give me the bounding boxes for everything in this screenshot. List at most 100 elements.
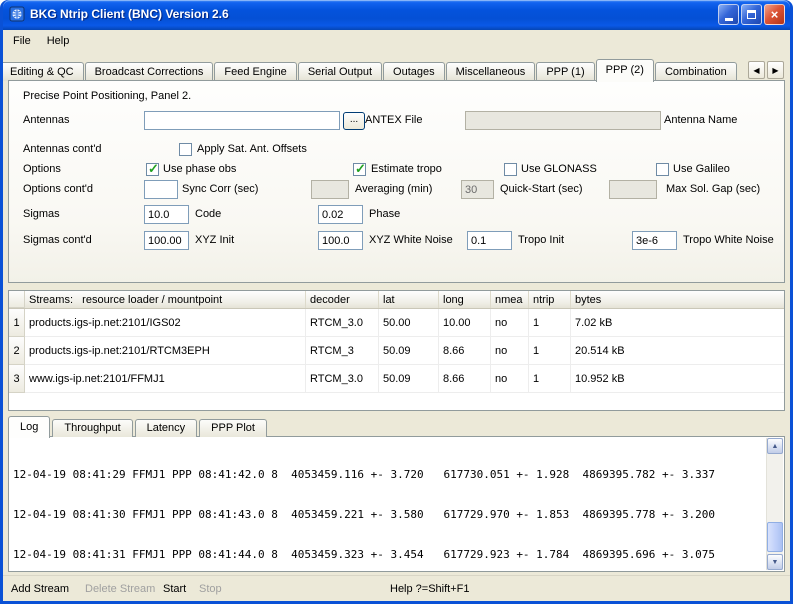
- estimate-tropo-label[interactable]: Estimate tropo: [371, 160, 442, 179]
- table-row[interactable]: 1 products.igs-ip.net:2101/IGS02 RTCM_3.…: [9, 309, 784, 337]
- browse-button[interactable]: ...: [343, 112, 365, 130]
- table-row[interactable]: 2 products.igs-ip.net:2101/RTCM3EPH RTCM…: [9, 337, 784, 365]
- cell-decoder[interactable]: RTCM_3.0: [306, 309, 379, 337]
- xyz-white-noise-input[interactable]: [318, 231, 363, 250]
- header-decoder[interactable]: decoder: [306, 291, 379, 308]
- cell-long[interactable]: 10.00: [439, 309, 491, 337]
- cell-nmea[interactable]: no: [491, 365, 529, 393]
- cell-mountpoint[interactable]: www.igs-ip.net:2101/FFMJ1: [25, 365, 306, 393]
- tab-serial-output[interactable]: Serial Output: [298, 62, 382, 81]
- cell-nmea[interactable]: no: [491, 337, 529, 365]
- antenna-name-label: Antenna Name: [664, 111, 737, 130]
- cell-ntrip[interactable]: 1: [529, 337, 571, 365]
- options-contd-label: Options cont'd: [23, 180, 93, 199]
- code-sigma-input[interactable]: [144, 205, 189, 224]
- header-ntrip[interactable]: ntrip: [529, 291, 571, 308]
- use-phase-obs-label[interactable]: Use phase obs: [163, 160, 236, 179]
- phase-sigma-input[interactable]: [318, 205, 363, 224]
- header-mountpoint[interactable]: Streams: resource loader / mountpoint: [25, 291, 306, 308]
- scrollbar-thumb[interactable]: [767, 522, 783, 552]
- titlebar[interactable]: BKG Ntrip Client (BNC) Version 2.6 ×: [3, 0, 790, 30]
- scroll-up-button[interactable]: ▲: [767, 438, 783, 454]
- menubar: File Help: [3, 30, 790, 52]
- tropo-init-input[interactable]: [467, 231, 512, 250]
- cell-mountpoint[interactable]: products.igs-ip.net:2101/RTCM3EPH: [25, 337, 306, 365]
- row-number: 1: [9, 309, 25, 337]
- cell-lat[interactable]: 50.09: [379, 337, 439, 365]
- tab-log[interactable]: Log: [8, 416, 50, 438]
- sync-corr-input[interactable]: [144, 180, 178, 199]
- panel-heading: Precise Point Positioning, Panel 2.: [23, 90, 191, 102]
- apply-sat-ant-offsets-checkbox[interactable]: [179, 143, 192, 156]
- close-button[interactable]: ×: [764, 4, 785, 25]
- tropo-white-noise-input[interactable]: [632, 231, 677, 250]
- cell-long[interactable]: 8.66: [439, 365, 491, 393]
- cell-lat[interactable]: 50.00: [379, 309, 439, 337]
- header-bytes[interactable]: bytes: [571, 291, 784, 308]
- use-galileo-checkbox[interactable]: [656, 163, 669, 176]
- cell-mountpoint[interactable]: products.igs-ip.net:2101/IGS02: [25, 309, 306, 337]
- start-action[interactable]: Start: [163, 583, 186, 595]
- delete-stream-action: Delete Stream: [85, 583, 155, 595]
- apply-sat-ant-offsets-label[interactable]: Apply Sat. Ant. Offsets: [197, 140, 307, 159]
- tab-editing-qc[interactable]: Editing & QC: [3, 62, 84, 81]
- max-sol-gap-label: Max Sol. Gap (sec): [666, 180, 760, 199]
- use-glonass-checkbox[interactable]: [504, 163, 517, 176]
- averaging-input: [311, 180, 349, 199]
- averaging-label: Averaging (min): [355, 180, 432, 199]
- scroll-down-button[interactable]: ▼: [767, 554, 783, 570]
- sigmas-contd-label: Sigmas cont'd: [23, 231, 92, 250]
- app-icon: [9, 6, 25, 22]
- tab-ppp-1[interactable]: PPP (1): [536, 62, 594, 81]
- cell-decoder[interactable]: RTCM_3.0: [306, 365, 379, 393]
- cell-lat[interactable]: 50.09: [379, 365, 439, 393]
- max-sol-gap-input: [609, 180, 657, 199]
- cell-nmea[interactable]: no: [491, 309, 529, 337]
- use-phase-obs-checkbox[interactable]: [146, 163, 159, 176]
- tab-latency[interactable]: Latency: [135, 419, 198, 437]
- row-number: 2: [9, 337, 25, 365]
- status-bar: Add Stream Delete Stream Start Stop Help…: [3, 575, 790, 601]
- row-options-contd: Options cont'd Sync Corr (sec) Averaging…: [9, 180, 784, 200]
- tab-scroll-left-button[interactable]: ◀: [748, 61, 765, 79]
- antennas-contd-label: Antennas cont'd: [23, 140, 102, 159]
- table-row[interactable]: 3 www.igs-ip.net:2101/FFMJ1 RTCM_3.0 50.…: [9, 365, 784, 393]
- menu-file[interactable]: File: [5, 32, 39, 50]
- row-options: Options Use phase obs Estimate tropo Use…: [9, 160, 784, 180]
- estimate-tropo-checkbox[interactable]: [353, 163, 366, 176]
- use-galileo-label[interactable]: Use Galileo: [673, 160, 730, 179]
- log-line: 12-04-19 08:41:29 FFMJ1 PPP 08:41:42.0 8…: [13, 468, 765, 481]
- tab-ppp-2[interactable]: PPP (2): [596, 59, 654, 82]
- cell-bytes: 20.514 kB: [571, 337, 784, 365]
- tab-ppp-plot[interactable]: PPP Plot: [199, 419, 267, 437]
- maximize-button[interactable]: [741, 4, 762, 25]
- log-scrollbar[interactable]: ▲ ▼: [766, 438, 783, 570]
- use-glonass-label[interactable]: Use GLONASS: [521, 160, 597, 179]
- bottom-tab-bar: Log Throughput Latency PPP Plot: [8, 415, 269, 437]
- add-stream-action[interactable]: Add Stream: [11, 583, 69, 595]
- header-long[interactable]: long: [439, 291, 491, 308]
- phase-label: Phase: [369, 205, 400, 224]
- sigmas-label: Sigmas: [23, 205, 60, 224]
- tab-miscellaneous[interactable]: Miscellaneous: [446, 62, 536, 81]
- scroll-up-icon: ▲: [772, 443, 779, 450]
- streams-table-header: Streams: resource loader / mountpoint de…: [9, 291, 784, 309]
- menu-help[interactable]: Help: [39, 32, 78, 50]
- cell-ntrip[interactable]: 1: [529, 309, 571, 337]
- tab-throughput[interactable]: Throughput: [52, 419, 132, 437]
- tab-feed-engine[interactable]: Feed Engine: [214, 62, 296, 81]
- antennas-input[interactable]: [144, 111, 340, 130]
- minimize-button[interactable]: [718, 4, 739, 25]
- close-icon: ×: [771, 8, 779, 21]
- tab-outages[interactable]: Outages: [383, 62, 445, 81]
- tab-broadcast-corrections[interactable]: Broadcast Corrections: [85, 62, 214, 81]
- cell-long[interactable]: 8.66: [439, 337, 491, 365]
- cell-decoder[interactable]: RTCM_3: [306, 337, 379, 365]
- xyz-init-label: XYZ Init: [195, 231, 234, 250]
- header-lat[interactable]: lat: [379, 291, 439, 308]
- tab-scroll-right-button[interactable]: ▶: [767, 61, 784, 79]
- header-nmea[interactable]: nmea: [491, 291, 529, 308]
- tab-combination[interactable]: Combination: [655, 62, 737, 81]
- xyz-init-input[interactable]: [144, 231, 189, 250]
- cell-ntrip[interactable]: 1: [529, 365, 571, 393]
